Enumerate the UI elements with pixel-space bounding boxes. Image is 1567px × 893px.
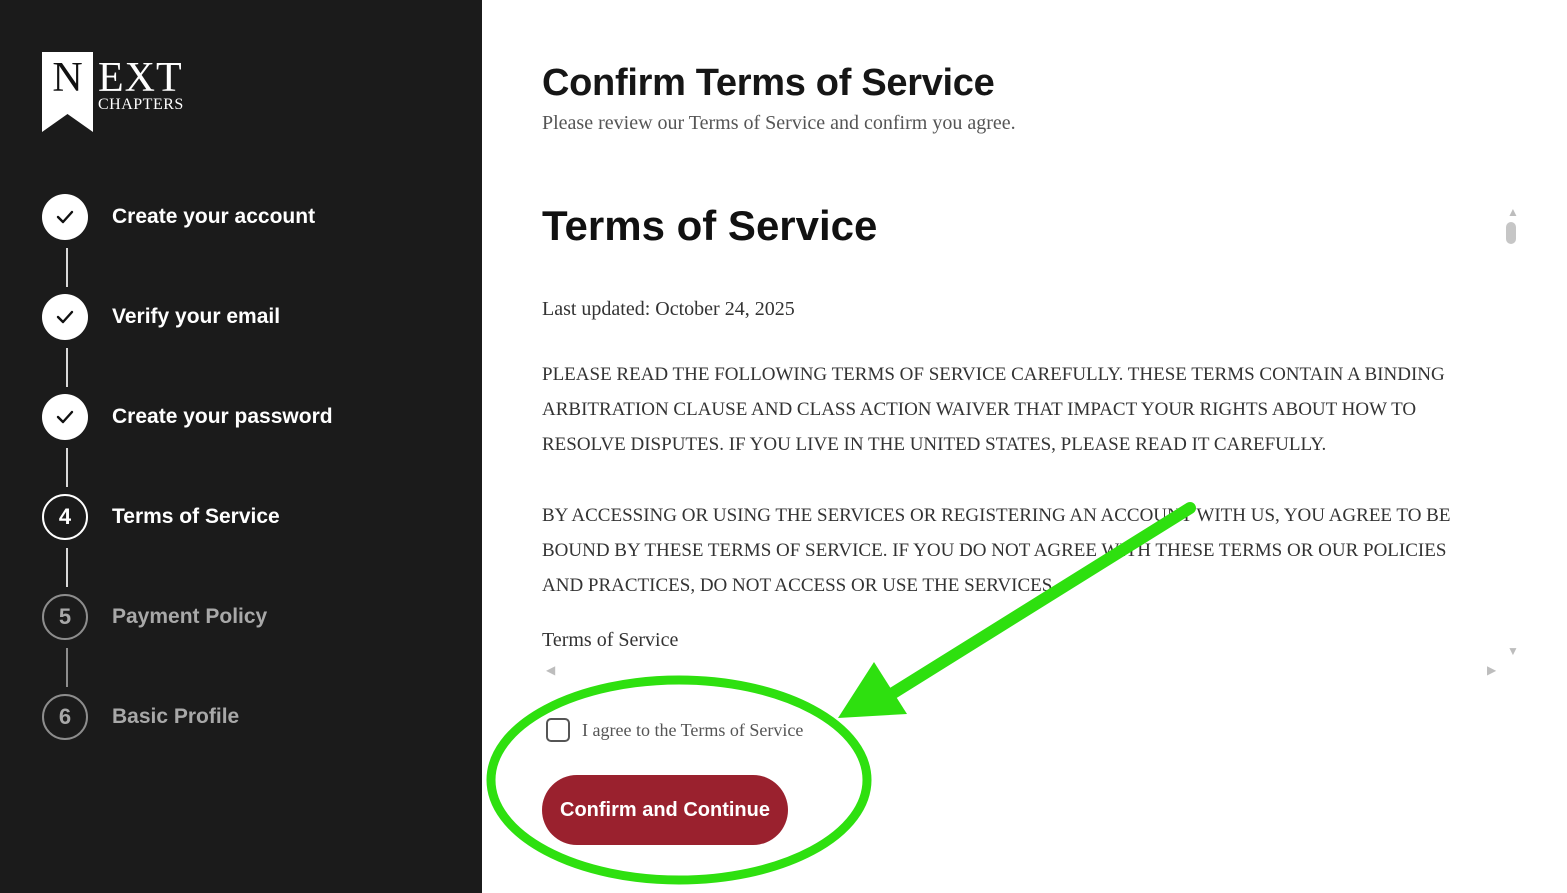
logo-letter-n: N	[52, 55, 83, 101]
step-connector	[66, 548, 68, 587]
vertical-scrollbar-thumb[interactable]	[1506, 222, 1516, 244]
scroll-down-arrow-icon[interactable]: ▼	[1507, 645, 1519, 657]
scroll-right-arrow-icon[interactable]: ▶	[1487, 664, 1496, 676]
step-label: Verify your email	[112, 305, 281, 328]
step-label: Terms of Service	[112, 505, 280, 528]
next-chapters-logo: N EXT CHAPTERS	[42, 52, 202, 134]
terms-subheading: Terms of Service	[542, 629, 679, 651]
step-1-marker	[42, 194, 88, 240]
confirm-and-continue-button[interactable]: Confirm and Continue	[542, 775, 788, 845]
sidebar: N EXT CHAPTERS Create your account Verif…	[0, 0, 482, 893]
page-subtitle: Please review our Terms of Service and c…	[542, 112, 1016, 134]
step-connector	[66, 248, 68, 287]
terms-heading: Terms of Service	[542, 202, 878, 249]
agree-terms-row[interactable]: I agree to the Terms of Service	[546, 718, 803, 742]
check-icon	[56, 210, 74, 224]
step-2-marker	[42, 294, 88, 340]
check-icon	[56, 410, 74, 424]
step-5-marker: 5	[42, 594, 88, 640]
step-3-marker	[42, 394, 88, 440]
step-label: Create your account	[112, 205, 316, 228]
scroll-up-arrow-icon[interactable]: ▲	[1507, 206, 1519, 218]
terms-scroll-box[interactable]: Terms of Service Last updated: October 2…	[542, 190, 1482, 690]
terms-last-updated: Last updated: October 24, 2025	[542, 298, 795, 320]
scroll-left-arrow-icon[interactable]: ◀	[546, 664, 555, 676]
step-6-marker: 6	[42, 694, 88, 740]
agree-terms-checkbox[interactable]	[546, 718, 570, 742]
terms-paragraph: PLEASE READ THE FOLLOWING TERMS OF SERVI…	[542, 364, 1445, 455]
step-connector	[66, 648, 68, 687]
page-title: Confirm Terms of Service	[542, 62, 995, 104]
check-icon	[56, 310, 74, 324]
step-label: Create your password	[112, 405, 333, 428]
step-4-marker: 4	[42, 494, 88, 540]
step-label: Payment Policy	[112, 605, 268, 628]
step-connector	[66, 348, 68, 387]
terms-paragraph: BY ACCESSING OR USING THE SERVICES OR RE…	[542, 505, 1451, 596]
main-content: Confirm Terms of Service Please review o…	[482, 0, 1567, 893]
logo-word-chapters: CHAPTERS	[98, 96, 184, 113]
logo-word-ext: EXT	[98, 55, 183, 101]
step-connector	[66, 448, 68, 487]
step-label: Basic Profile	[112, 705, 240, 728]
agree-terms-label[interactable]: I agree to the Terms of Service	[582, 720, 803, 741]
